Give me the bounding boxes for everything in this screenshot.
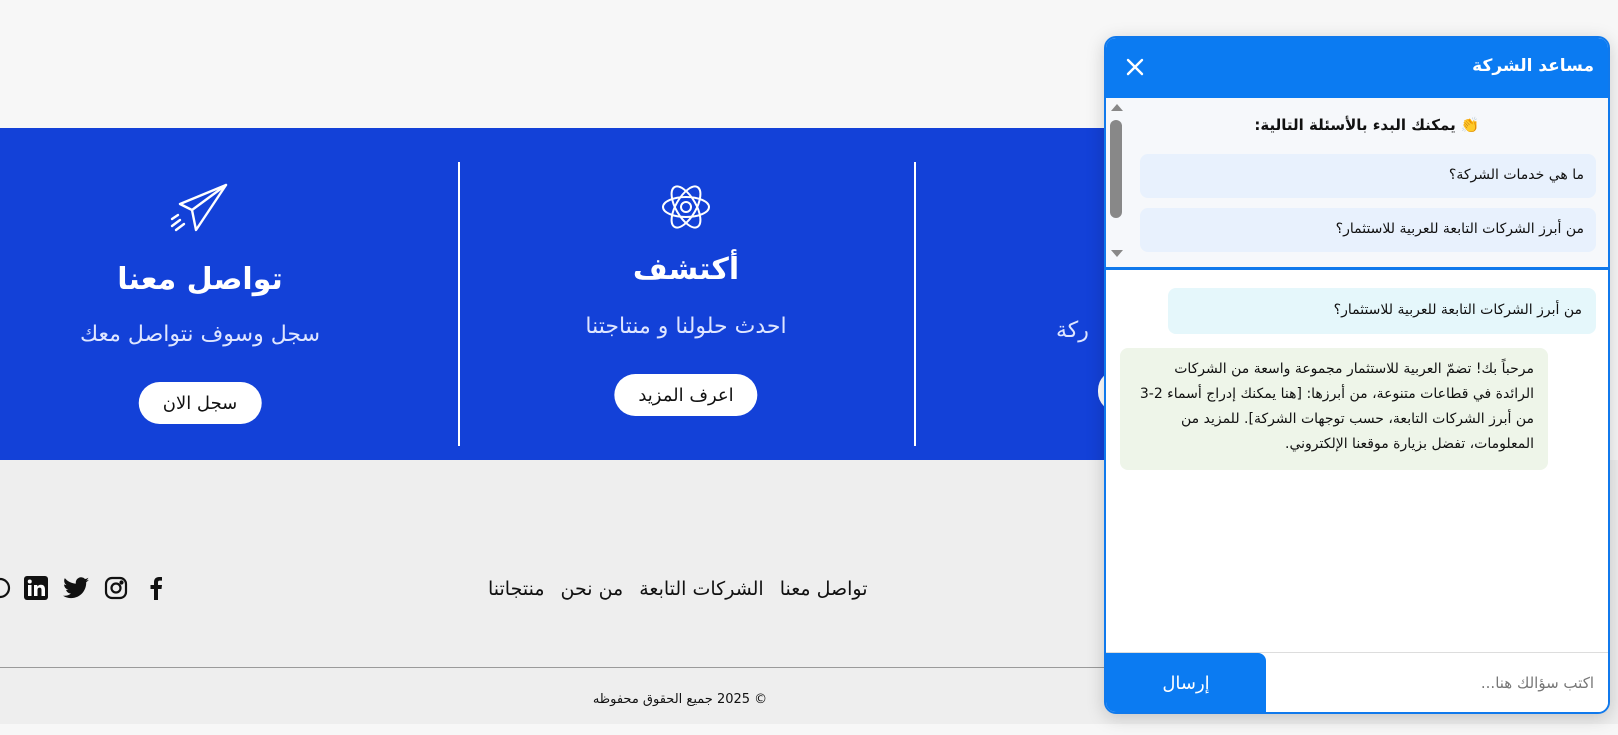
footer-nav: منتجاتنا من نحن الشركات التابعة تواصل مع… [488,578,888,600]
suggested-questions-panel: 👏 يمكنك البدء بالأسئلة التالية: ما هي خد… [1106,98,1608,270]
features-band: تواصل معنا سجل وسوف نتواصل معك سجل الان … [0,128,1104,460]
suggestions-scrollbar[interactable] [1106,98,1126,266]
user-message: من أبرز الشركات التابعة للعربية للاستثما… [1168,288,1596,334]
copyright-text: © 2025 جميع الحقوق محفوظه [592,692,768,707]
feature-card-contact: تواصل معنا سجل وسوف نتواصل معك سجل الان [0,128,420,460]
chat-title: مساعد الشركة [1472,56,1594,76]
feature-card-partial: ركة [916,128,1104,460]
send-button[interactable]: إرسال [1106,653,1266,712]
feature-card-discover: أكتشف احدث حلولنا و منتاجتنا اعرف المزيد [466,128,906,460]
twitter-icon[interactable] [62,574,90,602]
suggestions-title: 👏 يمكنك البدء بالأسئلة التالية: [1254,116,1480,134]
footer-link-products[interactable]: منتجاتنا [488,578,545,600]
close-icon[interactable] [1120,52,1150,82]
footer-link-subsidiaries[interactable]: الشركات التابعة [639,578,764,600]
footer-link-contact[interactable]: تواصل معنا [780,578,868,600]
chat-widget: مساعد الشركة 👏 يمكنك البدء بالأسئلة التا… [1104,36,1610,714]
scroll-down-arrow-icon[interactable] [1111,250,1123,257]
chat-header: مساعد الشركة [1106,38,1608,98]
card-title: تواصل معنا [117,262,283,297]
card-text: احدث حلولنا و منتاجتنا [585,314,787,339]
card-text: سجل وسوف نتواصل معك [79,322,321,347]
linkedin-icon[interactable] [22,574,50,602]
footer-link-about[interactable]: من نحن [561,578,624,600]
facebook-icon[interactable] [142,574,170,602]
bot-message: مرحباً بك! تضمّ العربية للاستثمار مجموعة… [1120,348,1548,470]
suggestion-item[interactable]: من أبرز الشركات التابعة للعربية للاستثما… [1140,208,1596,252]
whatsapp-icon[interactable] [0,574,14,602]
scrollbar-thumb[interactable] [1110,120,1122,218]
register-now-button[interactable]: سجل الان [138,382,262,424]
chat-question-input[interactable] [1266,653,1608,712]
paper-plane-icon [170,182,230,238]
learn-more-button[interactable]: اعرف المزيد [614,374,758,416]
card-text-fragment: ركة [1056,318,1089,343]
atom-idea-icon [660,182,712,236]
footer-divider [0,667,1104,668]
instagram-icon[interactable] [102,574,130,602]
chat-input-row: إرسال [1106,652,1608,712]
card-title: أكتشف [632,252,740,287]
card-divider [458,162,460,446]
suggestion-item[interactable]: ما هي خدمات الشركة؟ [1140,154,1596,198]
scroll-up-arrow-icon[interactable] [1111,104,1123,111]
